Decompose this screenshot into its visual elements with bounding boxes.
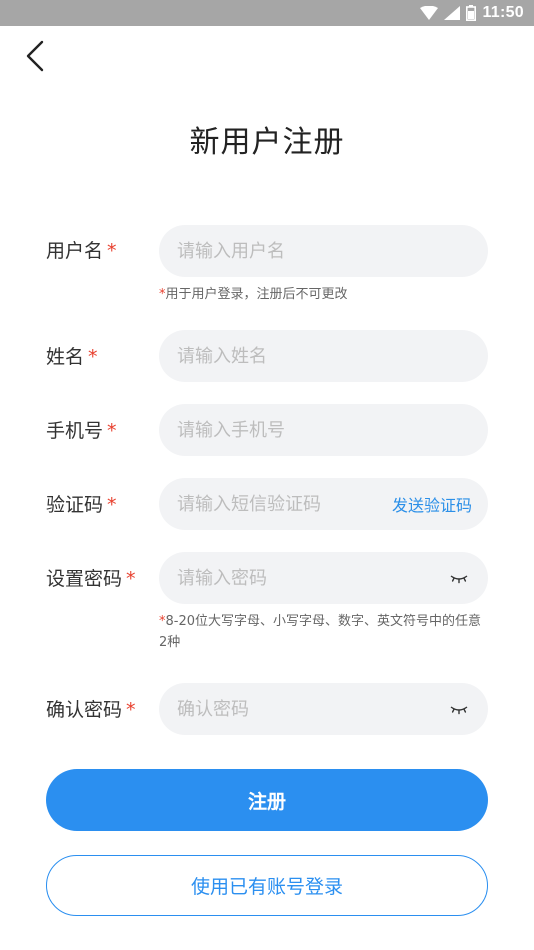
status-icons: 11:50 xyxy=(420,3,524,23)
code-input[interactable] xyxy=(177,493,392,515)
password-label-text: 设置密码 xyxy=(46,568,123,590)
code-field: 发送验证码 xyxy=(159,478,488,530)
status-bar: 11:50 xyxy=(0,0,534,26)
username-label-text: 用户名 xyxy=(46,240,104,262)
battery-icon xyxy=(466,5,477,21)
register-button[interactable]: 注册 xyxy=(46,769,488,831)
name-field xyxy=(159,330,488,382)
name-label-text: 姓名 xyxy=(46,346,85,368)
wifi-icon xyxy=(420,6,439,20)
required-mark: * xyxy=(107,494,117,516)
required-mark: * xyxy=(88,346,98,368)
phone-input[interactable] xyxy=(177,419,470,441)
phone-label-text: 手机号 xyxy=(46,420,104,442)
login-with-existing-account-button[interactable]: 使用已有账号登录 xyxy=(46,855,488,916)
back-arrow-icon xyxy=(26,40,44,76)
toggle-confirm-visibility[interactable] xyxy=(448,701,470,717)
back-button[interactable] xyxy=(18,38,52,78)
required-mark: * xyxy=(126,568,136,590)
password-field xyxy=(159,552,488,604)
code-label-text: 验证码 xyxy=(46,494,104,516)
required-mark: * xyxy=(126,699,136,721)
username-input[interactable] xyxy=(177,240,470,262)
send-code-button[interactable]: 发送验证码 xyxy=(392,492,472,516)
phone-field xyxy=(159,404,488,456)
confirm-label: 确认密码 * xyxy=(46,695,136,722)
username-hint: *用于用户登录，注册后不可更改 xyxy=(159,284,348,305)
required-mark: * xyxy=(107,420,117,442)
phone-label: 手机号 * xyxy=(46,416,117,443)
username-label: 用户名 * xyxy=(46,236,117,263)
confirm-password-input[interactable] xyxy=(177,698,448,720)
password-label: 设置密码 * xyxy=(46,564,136,591)
username-field xyxy=(159,225,488,277)
required-mark: * xyxy=(107,240,117,262)
password-input[interactable] xyxy=(177,567,448,589)
eye-closed-icon xyxy=(450,700,468,719)
username-hint-text: 用于用户登录，注册后不可更改 xyxy=(165,287,348,302)
code-label: 验证码 * xyxy=(46,490,117,517)
eye-closed-icon xyxy=(450,569,468,588)
confirm-label-text: 确认密码 xyxy=(46,699,123,721)
confirm-field xyxy=(159,683,488,735)
status-time: 11:50 xyxy=(482,4,524,21)
toggle-password-visibility[interactable] xyxy=(448,570,470,586)
signal-icon xyxy=(444,6,461,20)
password-hint-text: 8-20位大写字母、小写字母、数字、英文符号中的任意2种 xyxy=(159,614,482,650)
name-label: 姓名 * xyxy=(46,342,98,369)
password-hint: *8-20位大写字母、小写字母、数字、英文符号中的任意2种 xyxy=(159,611,489,653)
page-title: 新用户注册 xyxy=(189,125,345,160)
name-input[interactable] xyxy=(177,345,470,367)
